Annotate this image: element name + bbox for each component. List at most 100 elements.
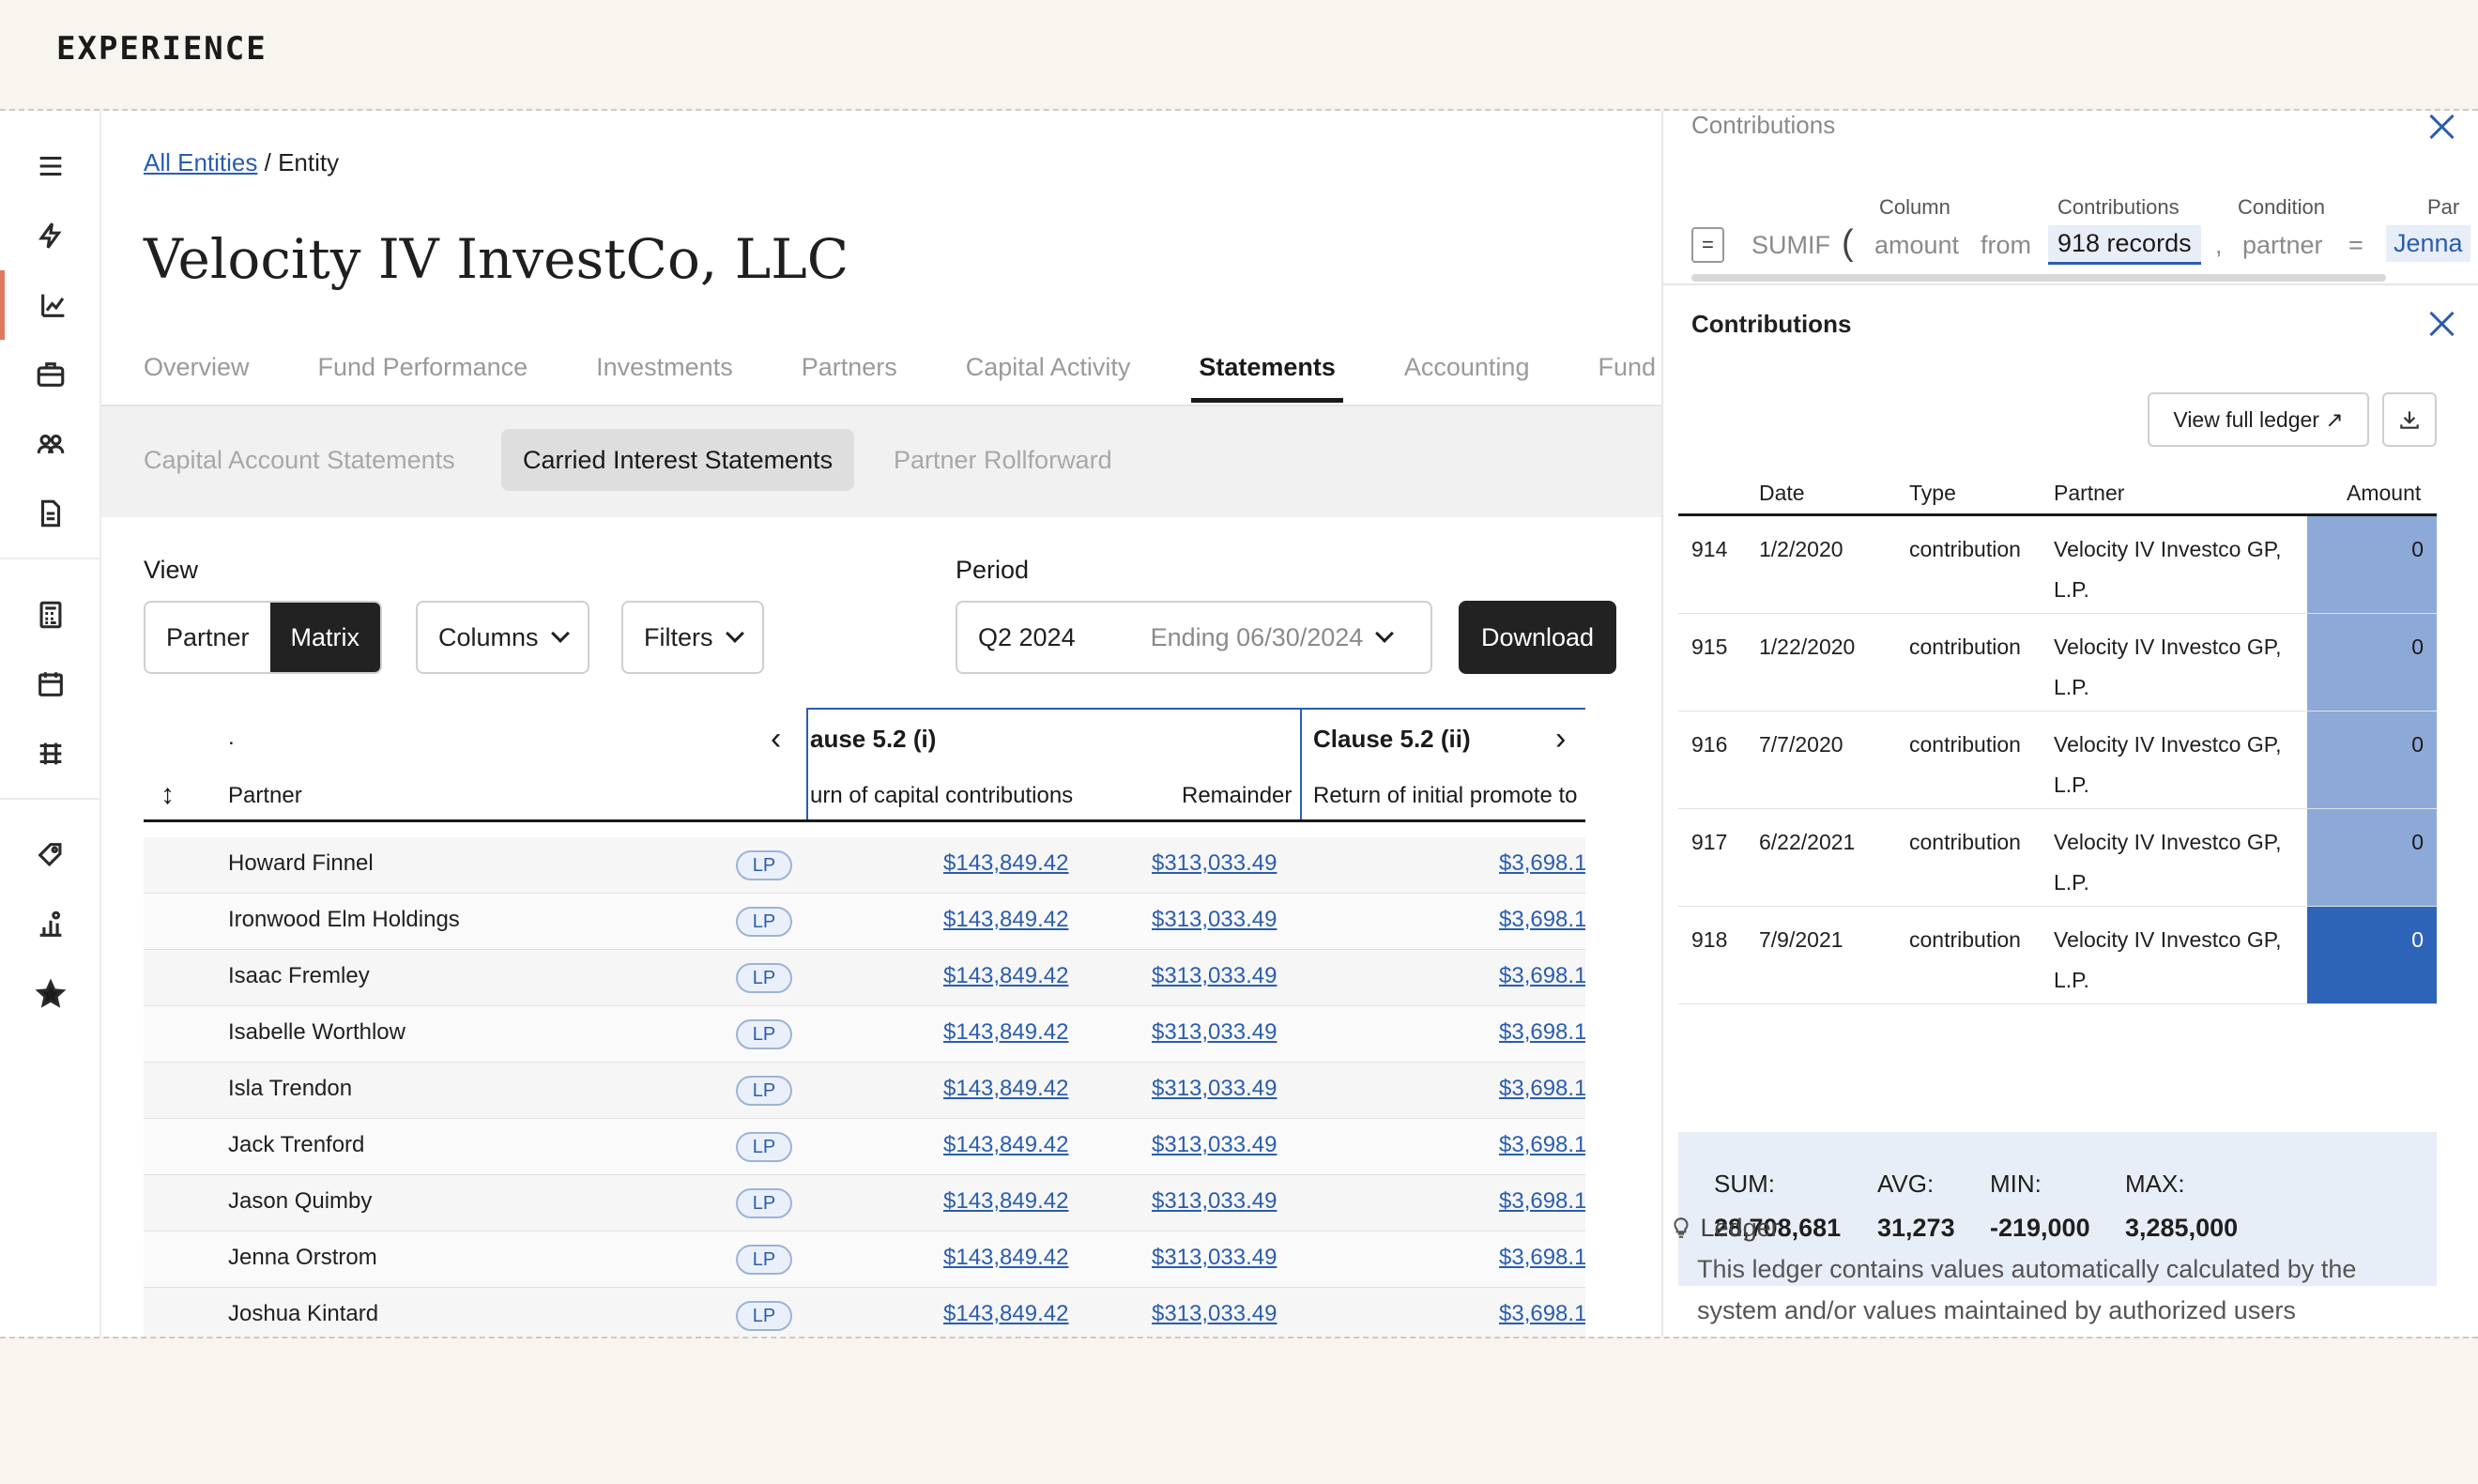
clause-5-2-ii-value[interactable]: $3,698.1 [1499,963,1585,989]
ledger-amount-cell[interactable]: 0 [2307,516,2437,613]
partner-name[interactable]: Joshua Kintard [228,1301,378,1327]
partner-name[interactable]: Isabelle Worthlow [228,1019,405,1046]
table-row[interactable]: Ironwood Elm Holdings LP $143,849.42 $313,0… [144,894,1585,950]
formula-source-value[interactable]: 918 records [2048,225,2201,265]
ledger-amount-cell[interactable]: 0 [2307,711,2437,808]
partner-name[interactable]: Isla Trendon [228,1076,352,1102]
calculator-icon[interactable] [0,580,101,650]
remainder-value[interactable]: $313,033.49 [1152,907,1277,933]
partner-name[interactable]: Jason Quimby [228,1188,372,1215]
remainder-value[interactable]: $313,033.49 [1152,1076,1277,1102]
chart-icon[interactable] [0,270,101,340]
ledger-amount-cell[interactable]: 0 [2307,907,2437,1003]
remainder-value[interactable]: $313,033.49 [1152,1132,1277,1158]
partner-column-header[interactable]: Partner [228,783,302,809]
close-ledger-icon[interactable] [2425,308,2457,340]
calendar-icon[interactable] [0,650,101,719]
tab-accounting[interactable]: Accounting [1404,353,1530,403]
clause-5-2-ii-value[interactable]: $3,698.1 [1499,1188,1585,1215]
people-icon[interactable] [0,409,101,479]
ledger-row[interactable]: 918 7/9/2021 contribution Velocity IV Inves… [1678,907,2437,1004]
subtab-carried-interest[interactable]: Carried Interest Statements [501,429,855,491]
tab-fund[interactable]: Fund [1598,353,1656,403]
menu-icon[interactable] [0,131,101,201]
chevron-left-icon[interactable]: ‹ [771,721,781,757]
columns-label: Columns [438,622,539,651]
clause-5-2-ii-value[interactable]: $3,698.1 [1499,1019,1585,1046]
clause-5-2-ii-value[interactable]: $3,698.1 [1499,1301,1585,1327]
clause-5-2-i-value[interactable]: $143,849.42 [943,1132,1068,1158]
clause-5-2-ii-value[interactable]: $3,698.1 [1499,907,1585,933]
clause-5-2-ii-value[interactable]: $3,698.1 [1499,850,1585,877]
formula-equals-button[interactable]: = [1691,227,1724,263]
clause-5-2-i-value[interactable]: $143,849.42 [943,963,1068,989]
chevron-right-icon[interactable]: › [1555,721,1566,757]
remainder-value[interactable]: $313,033.49 [1152,1188,1277,1215]
tab-overview[interactable]: Overview [144,353,250,403]
formula-partner-value[interactable]: Jenna [2386,225,2470,262]
clause-5-2-i-value[interactable]: $143,849.42 [943,1188,1068,1215]
remainder-value[interactable]: $313,033.49 [1152,963,1277,989]
remainder-value[interactable]: $313,033.49 [1152,1019,1277,1046]
clause-5-2-ii-value[interactable]: $3,698.1 [1499,1132,1585,1158]
columns-button[interactable]: Columns [416,601,589,674]
formula-column-value[interactable]: amount [1874,231,1959,260]
remainder-value[interactable]: $313,033.49 [1152,1301,1277,1327]
tab-partners[interactable]: Partners [802,353,897,403]
ledger-amount-cell[interactable]: 0 [2307,809,2437,906]
view-matrix-button[interactable]: Matrix [269,603,381,672]
view-partner-button[interactable]: Partner [145,603,270,672]
formula-condition-value[interactable]: partner [2242,231,2323,260]
clause-5-2-i-value[interactable]: $143,849.42 [943,1301,1068,1327]
bolt-icon[interactable] [0,201,101,270]
clause-5-2-i-value[interactable]: $143,849.42 [943,1019,1068,1046]
clause-5-2-i-value[interactable]: $143,849.42 [943,1245,1068,1271]
close-icon[interactable] [2425,111,2457,143]
period-select[interactable]: Q2 2024 Ending 06/30/2024 [956,601,1432,674]
clause-5-2-i-value[interactable]: $143,849.42 [943,850,1068,877]
table-row[interactable]: Isabelle Worthlow LP $143,849.42 $313,033.4… [144,1006,1585,1063]
ledger-row[interactable]: 916 7/7/2020 contribution Velocity IV Inves… [1678,711,2437,809]
remainder-value[interactable]: $313,033.49 [1152,1245,1277,1271]
expand-rows-icon[interactable]: ↕ [161,779,175,811]
ledger-row[interactable]: 917 6/22/2021 contribution Velocity IV Inve… [1678,809,2437,907]
partner-name[interactable]: Ironwood Elm Holdings [228,907,460,933]
subtab-capital-account[interactable]: Capital Account Statements [122,429,477,491]
breadcrumb-all-entities[interactable]: All Entities [144,148,257,176]
subtab-partner-rollforward[interactable]: Partner Rollforward [872,429,1134,491]
tab-statements[interactable]: Statements [1191,353,1343,403]
tag-icon[interactable] [0,820,101,890]
filters-button[interactable]: Filters [621,601,764,674]
download-button[interactable]: Download [1459,601,1617,674]
clause-5-2-i-value[interactable]: $143,849.42 [943,1076,1068,1102]
formula-scrollbar[interactable] [1691,274,2386,282]
partner-name[interactable]: Jenna Orstrom [228,1245,377,1271]
table-row[interactable]: Isla Trendon LP $143,849.42 $313,033.49 $3,6… [144,1063,1585,1119]
star-icon[interactable] [0,959,101,1029]
tab-capital-activity[interactable]: Capital Activity [966,353,1131,403]
table-row[interactable]: Howard Finnel LP $143,849.42 $313,033.49 $3,… [144,837,1585,894]
tab-investments[interactable]: Investments [596,353,733,403]
partner-name[interactable]: Howard Finnel [228,850,374,877]
table-row[interactable]: Jenna Orstrom LP $143,849.42 $313,033.49 $3,… [144,1232,1585,1288]
view-full-ledger-button[interactable]: View full ledger ↗ [2148,392,2369,447]
table-row[interactable]: Joshua Kintard LP $143,849.42 $313,033.49 $3… [144,1288,1585,1337]
clause-5-2-i-value[interactable]: $143,849.42 [943,907,1068,933]
tab-fund-performance[interactable]: Fund Performance [318,353,528,403]
table-row[interactable]: Jason Quimby LP $143,849.42 $313,033.49 $3,6… [144,1175,1585,1232]
clause-5-2-ii-value[interactable]: $3,698.1 [1499,1245,1585,1271]
partner-name[interactable]: Isaac Fremley [228,963,370,989]
ledger-row[interactable]: 914 1/2/2020 contribution Velocity IV Inves… [1678,516,2437,614]
chart-person-icon[interactable] [0,890,101,959]
ledger-row[interactable]: 915 1/22/2020 contribution Velocity IV Inve… [1678,614,2437,711]
table-row[interactable]: Jack Trenford LP $143,849.42 $313,033.49 $3,… [144,1119,1585,1175]
clause-5-2-ii-value[interactable]: $3,698.1 [1499,1076,1585,1102]
partner-name[interactable]: Jack Trenford [228,1132,364,1158]
ledger-grid-icon[interactable] [0,719,101,788]
remainder-value[interactable]: $313,033.49 [1152,850,1277,877]
table-row[interactable]: Isaac Fremley LP $143,849.42 $313,033.49 $3,… [144,950,1585,1006]
download-icon[interactable] [2382,392,2437,447]
document-icon[interactable] [0,479,101,548]
briefcase-icon[interactable] [0,340,101,409]
ledger-amount-cell[interactable]: 0 [2307,614,2437,711]
